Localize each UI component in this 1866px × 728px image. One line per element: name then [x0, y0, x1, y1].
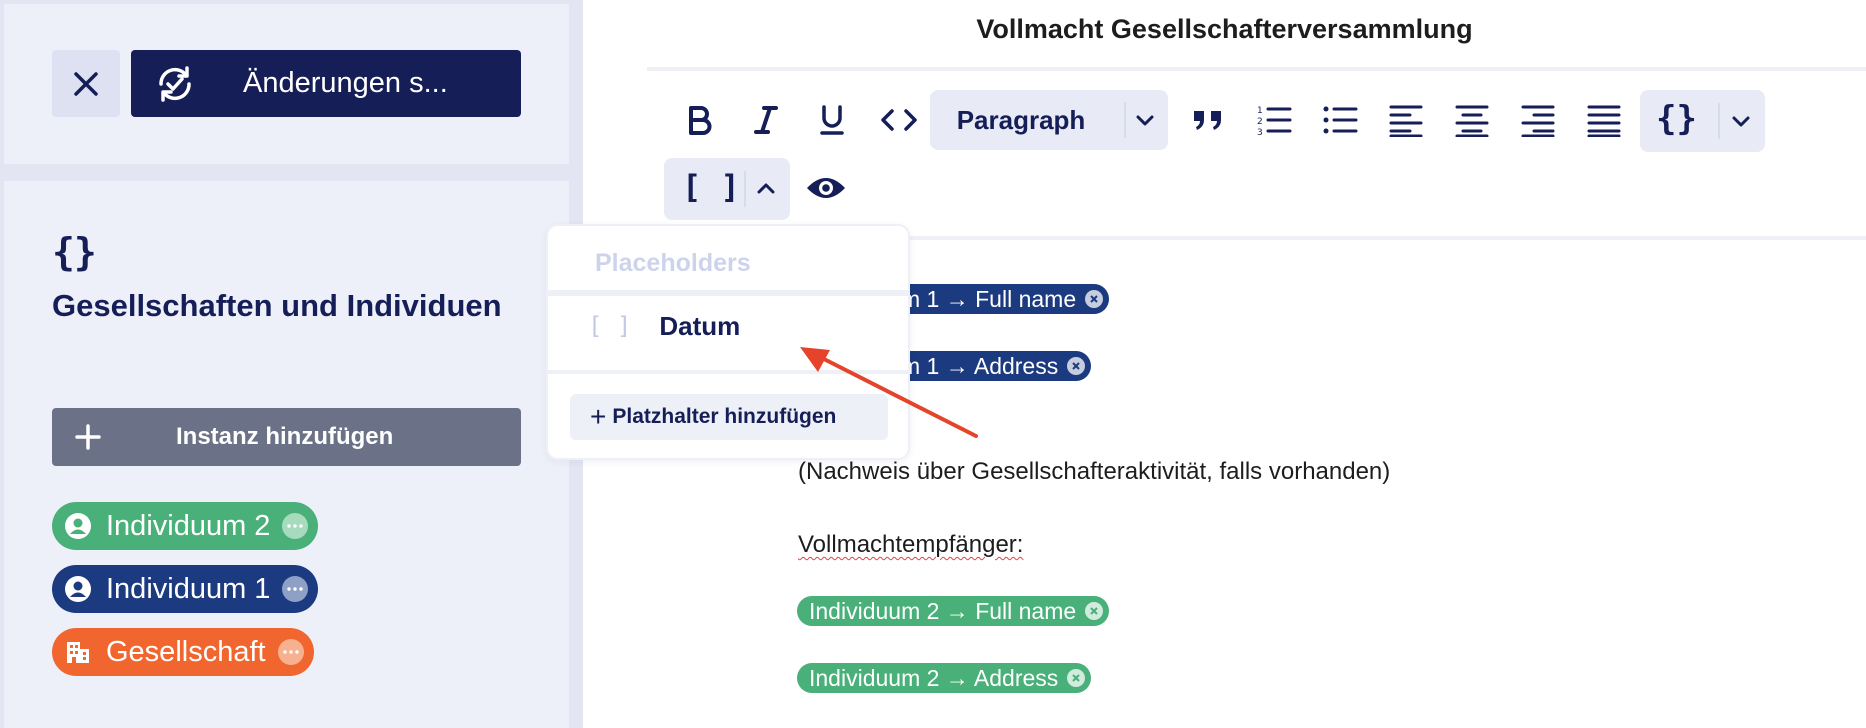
document-text: (Nachweis über Gesellschafteraktivität, …: [798, 458, 1391, 485]
more-options-icon[interactable]: [282, 513, 309, 539]
remove-icon[interactable]: [1067, 357, 1086, 375]
instance-chip-individuum-2[interactable]: Individuum 2: [52, 502, 319, 550]
placeholders-popover: Placeholders [ ] Datum + Platzhalter hin…: [546, 224, 910, 460]
divider: [548, 370, 908, 374]
variable-pill[interactable]: Individuum 2 → Address: [797, 663, 1092, 693]
remove-icon[interactable]: [1085, 602, 1104, 620]
building-icon: [64, 638, 92, 666]
braces-icon: {}: [52, 230, 97, 274]
close-icon: [74, 71, 98, 96]
more-options-icon[interactable]: [277, 639, 304, 665]
instance-chip-label: Gesellschaft: [106, 635, 266, 668]
instance-chip-label: Individuum 1: [106, 572, 271, 605]
sync-check-icon: [151, 60, 199, 108]
add-instance-button[interactable]: Instanz hinzufügen: [52, 408, 521, 466]
variable-pill-label: Individuum 2 → Address: [809, 664, 1059, 691]
placeholder-item-datum[interactable]: [ ] Datum: [548, 296, 908, 356]
add-instance-label: Instanz hinzufügen: [176, 423, 394, 450]
close-button[interactable]: [52, 50, 120, 117]
document-text: Vollmachtempfänger:: [798, 531, 1024, 558]
instance-chip-individuum-1[interactable]: Individuum 1: [52, 565, 319, 613]
group-title: Gesellschaften und Individuen: [52, 288, 502, 323]
variable-pill[interactable]: m 1 → Full name: [889, 284, 1110, 314]
remove-icon[interactable]: [1085, 290, 1104, 308]
variable-pill-label: m 1 → Full name: [901, 285, 1077, 312]
popover-header: Placeholders: [595, 249, 751, 277]
remove-icon[interactable]: [1067, 669, 1086, 687]
variable-pill[interactable]: Individuum 2 → Full name: [797, 596, 1110, 626]
sidebar: Änderungen s... {} Gesellschaften und In…: [0, 0, 583, 728]
plus-icon: +: [590, 401, 607, 432]
variable-pill[interactable]: m 1 → Address: [889, 351, 1092, 381]
variable-pill-label: Individuum 2 → Full name: [809, 597, 1077, 624]
brackets-icon: [ ]: [588, 312, 632, 340]
more-options-icon[interactable]: [282, 576, 309, 602]
add-placeholder-button[interactable]: + Platzhalter hinzufügen: [570, 394, 888, 440]
save-button-label: Änderungen s...: [243, 67, 448, 99]
person-icon: [64, 512, 92, 540]
variable-pill-label: m 1 → Address: [901, 352, 1059, 379]
placeholder-item-label: Datum: [659, 310, 741, 341]
person-icon: [64, 575, 92, 603]
save-changes-button[interactable]: Änderungen s...: [131, 50, 521, 117]
plus-icon: [75, 424, 101, 450]
instance-chip-label: Individuum 2: [106, 509, 271, 542]
instance-chip-gesellschaft[interactable]: Gesellschaft: [52, 628, 314, 676]
add-placeholder-label: Platzhalter hinzufügen: [612, 405, 837, 428]
